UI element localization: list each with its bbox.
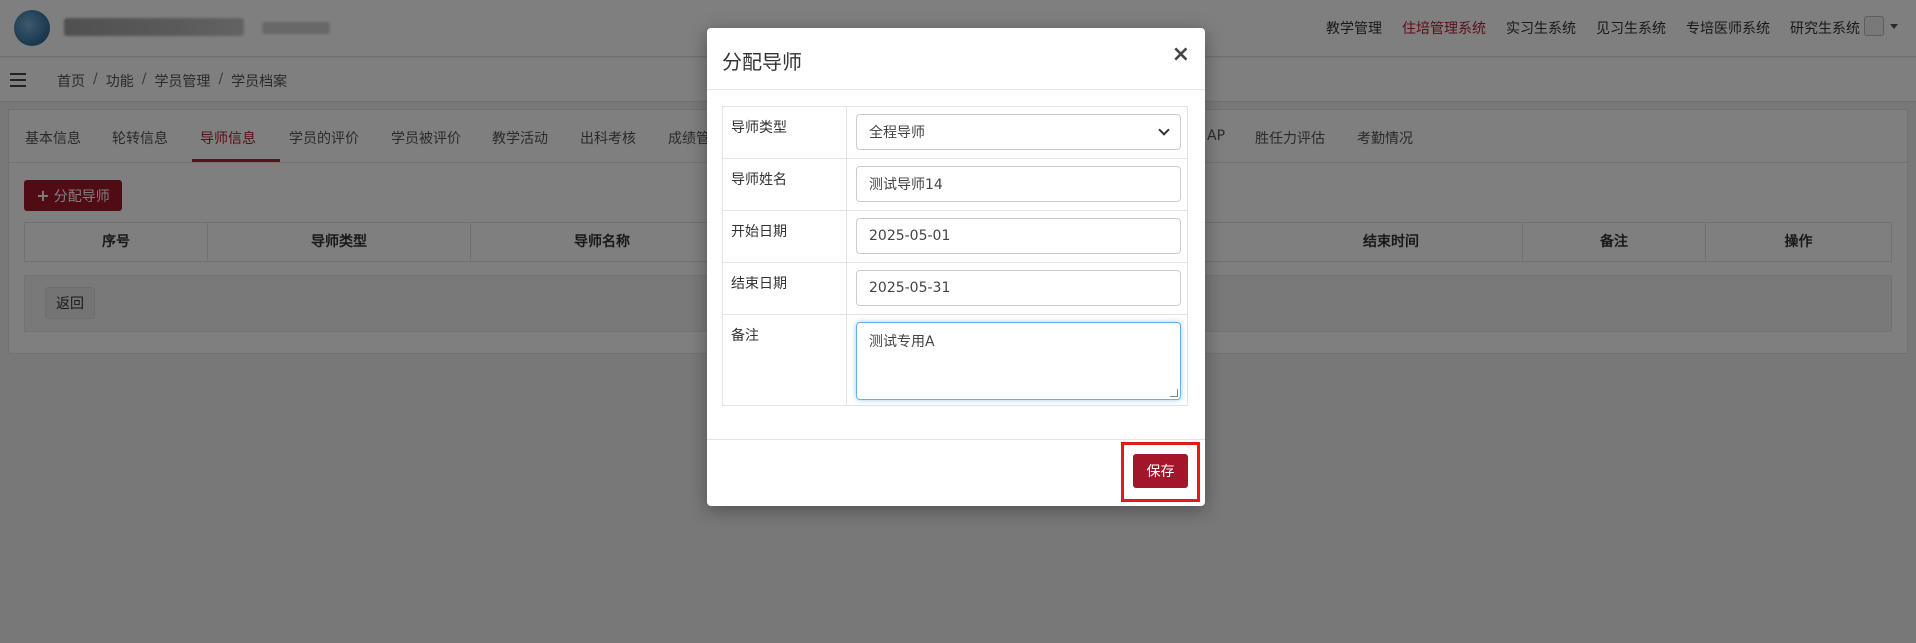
highlight-box: 保存: [1121, 442, 1200, 502]
form-row-note: 备注 测试专用A: [723, 315, 1187, 405]
assign-mentor-dialog: 分配导师 × 导师类型 全程导师 导师姓名 测试导师14 开始日期 2025-0…: [707, 28, 1205, 506]
dialog-footer-divider: [707, 439, 1205, 440]
mentor-name-input[interactable]: 测试导师14: [856, 166, 1181, 202]
close-icon[interactable]: ×: [1172, 44, 1190, 66]
note-textarea[interactable]: 测试专用A: [856, 322, 1181, 400]
end-date-input[interactable]: 2025-05-31: [856, 270, 1181, 306]
resize-handle-icon[interactable]: [1170, 389, 1178, 397]
form-row-name: 导师姓名 测试导师14: [723, 159, 1187, 211]
save-button[interactable]: 保存: [1133, 454, 1188, 488]
form-row-type: 导师类型 全程导师: [723, 107, 1187, 159]
end-date-label: 结束日期: [723, 263, 847, 314]
mentor-type-label: 导师类型: [723, 107, 847, 158]
start-date-input[interactable]: 2025-05-01: [856, 218, 1181, 254]
note-label: 备注: [723, 315, 847, 405]
mentor-type-value: 全程导师: [869, 125, 925, 141]
mentor-form: 导师类型 全程导师 导师姓名 测试导师14 开始日期 2025-05-01 结束…: [722, 106, 1188, 406]
note-value: 测试专用A: [869, 334, 935, 350]
dialog-title: 分配导师: [722, 50, 802, 74]
form-row-end: 结束日期 2025-05-31: [723, 263, 1187, 315]
start-date-label: 开始日期: [723, 211, 847, 262]
mentor-name-label: 导师姓名: [723, 159, 847, 210]
dialog-header: 分配导师 ×: [707, 28, 1205, 90]
form-row-start: 开始日期 2025-05-01: [723, 211, 1187, 263]
chevron-down-icon: [1158, 124, 1170, 136]
mentor-type-select[interactable]: 全程导师: [856, 114, 1181, 150]
